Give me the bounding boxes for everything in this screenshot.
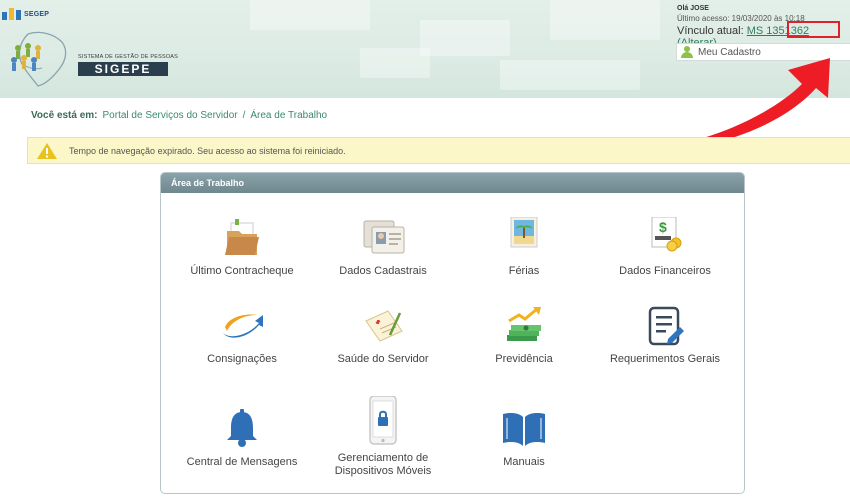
header-decoration — [360, 48, 430, 78]
header-decoration — [250, 0, 370, 30]
warning-icon — [37, 142, 57, 159]
segep-logo-text: SEGEP — [24, 10, 50, 18]
breadcrumb-item-area[interactable]: Área de Trabalho — [250, 110, 327, 121]
user-greeting: Olá JOSE — [677, 5, 709, 12]
swoosh-arrow-icon — [219, 305, 265, 347]
brazil-map-people-icon — [11, 31, 67, 87]
tile-consignacoes[interactable]: Consignações — [172, 305, 312, 366]
id-cards-icon — [360, 217, 406, 259]
panel-title: Área de Trabalho — [161, 173, 744, 193]
tile-label: Último Contracheque — [190, 265, 294, 277]
breadcrumb-label: Você está em: — [31, 110, 98, 121]
tile-dados-financeiros[interactable]: $ Dados Financeiros — [595, 216, 735, 278]
header-decoration — [500, 60, 640, 90]
money-document-icon: $ — [642, 216, 688, 259]
header-decoration — [550, 0, 660, 40]
medical-form-icon — [360, 305, 406, 347]
tile-saude-do-servidor[interactable]: Saúde do Servidor — [313, 305, 453, 366]
tile-label: Consignações — [207, 353, 277, 365]
document-edit-icon — [642, 305, 688, 347]
session-alert: Tempo de navegação expirado. Seu acesso … — [27, 137, 850, 164]
tile-label: Gerenciamento de Dispositivos Móveis — [334, 452, 432, 477]
meu-cadastro-button[interactable]: Meu Cadastro — [676, 43, 850, 61]
tile-manuais[interactable]: Manuais — [454, 408, 594, 469]
tile-gerenciamento-dispositivos[interactable]: Gerenciamento de Dispositivos Móveis — [313, 395, 453, 478]
tile-previdencia[interactable]: Previdência — [454, 305, 594, 366]
meu-cadastro-label: Meu Cadastro — [698, 46, 761, 58]
tile-label: Manuais — [503, 456, 545, 468]
tile-label: Central de Mensagens — [186, 456, 298, 468]
mobile-lock-icon — [360, 395, 406, 446]
work-area-panel: Área de Trabalho Último Contracheque Dad… — [160, 172, 745, 494]
open-book-icon — [501, 408, 547, 450]
tile-label: Dados Financeiros — [619, 265, 711, 277]
tile-label: Dados Cadastrais — [339, 265, 427, 277]
bell-icon — [219, 408, 265, 450]
svg-text:$: $ — [659, 219, 667, 235]
header: SEGEP SISTEMA DE GESTÃO DE PESSOAS SIGEP… — [0, 0, 850, 98]
tile-ultimo-contracheque[interactable]: Último Contracheque — [172, 217, 312, 278]
segep-logo[interactable]: SEGEP — [2, 8, 49, 20]
vinculo-label: Vínculo atual: — [677, 25, 744, 37]
tile-label: Férias — [508, 265, 540, 277]
tile-ferias[interactable]: Férias — [454, 216, 594, 278]
tile-label: Requerimentos Gerais — [609, 353, 721, 365]
tile-label: Saúde do Servidor — [337, 353, 429, 365]
alert-message: Tempo de navegação expirado. Seu acesso … — [69, 145, 346, 156]
tile-requerimentos-gerais[interactable]: Requerimentos Gerais — [595, 305, 735, 366]
breadcrumb-separator: / — [242, 110, 246, 121]
system-name-logo[interactable]: SIGEPE — [78, 62, 168, 76]
person-icon — [681, 46, 693, 58]
money-growth-icon — [501, 305, 547, 347]
folder-icon — [219, 217, 265, 259]
breadcrumb-item-portal[interactable]: Portal de Serviços do Servidor — [103, 110, 238, 121]
system-subtitle: SISTEMA DE GESTÃO DE PESSOAS — [78, 54, 179, 60]
segep-logo-icon — [2, 8, 21, 20]
tile-central-de-mensagens[interactable]: Central de Mensagens — [172, 408, 312, 469]
beach-photo-icon — [501, 216, 547, 259]
breadcrumb: Você está em: Portal de Serviços do Serv… — [31, 110, 327, 121]
tile-dados-cadastrais[interactable]: Dados Cadastrais — [313, 217, 453, 278]
tile-label: Previdência — [495, 353, 553, 365]
header-decoration — [420, 20, 510, 56]
alterar-highlight — [787, 21, 840, 38]
